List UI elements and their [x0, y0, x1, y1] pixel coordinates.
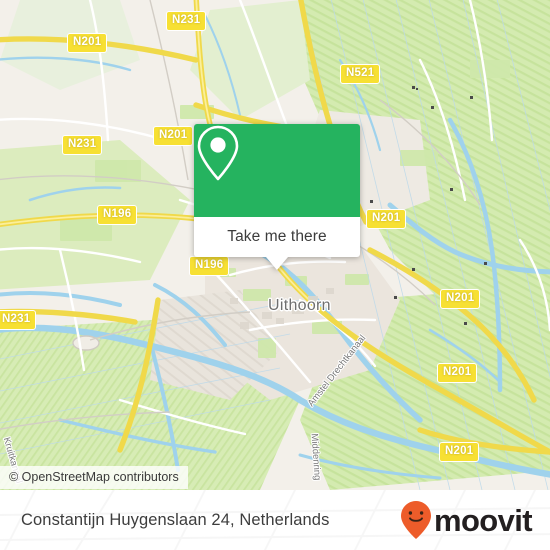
shield-label: N201 — [73, 36, 102, 48]
shield-label: N231 — [68, 138, 97, 150]
shield-label: N201 — [372, 212, 401, 224]
city-label-uithoorn: Uithoorn — [268, 297, 331, 314]
moovit-map-card: N231 N201 N521 N231 N201 N196 N201 N196 N201 N231… — [0, 0, 550, 550]
map-pin-icon — [197, 125, 239, 181]
shield-n201-midleft: N201 — [153, 126, 194, 146]
popup-header — [194, 124, 360, 217]
shield-label: N196 — [195, 259, 224, 271]
shield-label: N201 — [159, 129, 188, 141]
shield-n201-farright: N201 — [440, 289, 481, 309]
destination-popup[interactable]: Take me there — [194, 124, 360, 270]
footer-bar: Constantijn Huygenslaan 24, Netherlands … — [0, 490, 550, 550]
moovit-pin-smiley-icon — [400, 501, 431, 539]
page-title: Constantijn Huygenslaan 24, Netherlands — [21, 510, 330, 529]
shield-label: N201 — [446, 292, 475, 304]
shield-n231-left: N231 — [62, 135, 103, 155]
shield-n231-top: N231 — [166, 11, 207, 31]
shield-label: N231 — [2, 313, 31, 325]
shield-label: N201 — [445, 445, 474, 457]
shield-n201-right: N201 — [366, 209, 407, 229]
shield-n201-topleft: N201 — [67, 33, 108, 53]
moovit-logo[interactable]: moovit — [399, 500, 533, 540]
shield-n231-bottomleft: N231 — [0, 310, 37, 330]
map-canvas[interactable]: N231 N201 N521 N231 N201 N196 N201 N196 N201 N231… — [0, 0, 550, 490]
moovit-wordmark: moovit — [433, 502, 533, 538]
shield-n196: N196 — [97, 205, 138, 225]
shield-n201-bottom: N201 — [439, 442, 480, 462]
shield-n521: N521 — [340, 64, 381, 84]
shield-label: N196 — [103, 208, 132, 220]
popup-pointer — [266, 257, 288, 270]
shield-label: N201 — [443, 366, 472, 378]
shield-label: N231 — [172, 14, 201, 26]
shield-n196-hidden: N196 — [189, 256, 230, 276]
shield-n201-lower: N201 — [437, 363, 478, 383]
popup-cta[interactable]: Take me there — [194, 217, 360, 257]
osm-attribution[interactable]: © OpenStreetMap contributors — [0, 466, 188, 489]
shield-label: N521 — [346, 67, 375, 79]
popup-cta-label: Take me there — [227, 228, 327, 245]
